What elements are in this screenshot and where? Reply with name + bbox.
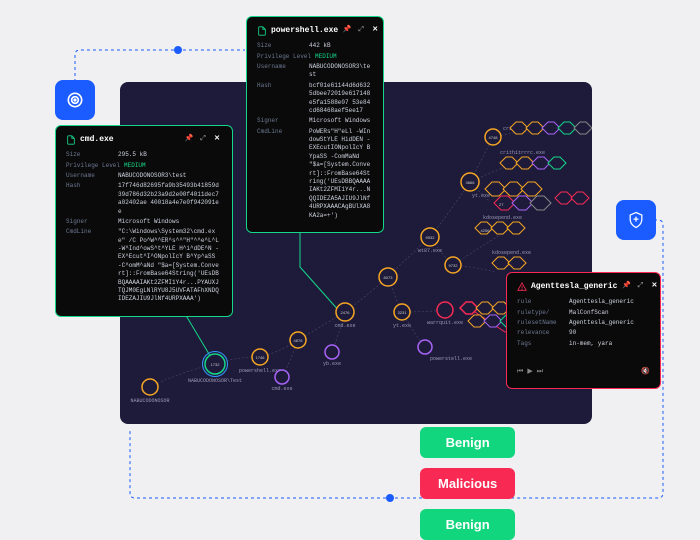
kv-row: CmdLinePoWERs"H"eLl -WIndowStYLE HidDEN … [257,128,373,220]
svg-text:powershell.exe: powershell.exe [239,368,281,374]
svg-text:9932: 9932 [426,235,436,240]
kv-row: Tagsin-mem, yara [517,340,650,348]
expand-icon[interactable]: ⤢ [198,135,208,145]
svg-text:2476: 2476 [341,310,351,315]
verdict-badge-benign: Benign [420,427,515,458]
panel-body: Size442 kB Privilege LevelMEDIUM UsernameN… [257,42,373,220]
panel-cmd[interactable]: cmd.exe 📌 ⤢ ✕ Size295.5 kB Privilege Leve… [55,125,233,317]
audio-controls: ⏮ ▶ ⏭ 🔇 [517,368,650,378]
kv-row: Hashbcf01e61144d6d6325dbee72019e617148e5… [257,82,373,116]
kv-row: relevance90 [517,329,650,337]
kv-row: SignerMicrosoft Windows [66,218,222,226]
file-icon [257,26,267,36]
svg-text:4256: 4256 [481,228,491,233]
kv-row: rulesetNameAgenttesla_generic [517,319,650,327]
kv-row: Size442 kB [257,42,373,50]
svg-text:kdosepend.exe: kdosepend.exe [492,250,531,256]
hex-cluster-1 [510,122,592,134]
target-icon-tile[interactable] [55,80,95,120]
connector-dot [386,494,394,502]
volume-icon[interactable]: 🔇 [641,368,650,378]
svg-text:4748: 4748 [489,135,499,140]
close-icon[interactable]: ✕ [649,282,659,292]
svg-text:kdosepend.exe: kdosepend.exe [483,215,522,221]
kv-row: Hash17f746d82695fa9b35493b41859d39d786d3… [66,182,222,216]
target-icon [65,90,85,110]
play-icon[interactable]: ▶ [527,368,532,378]
panel-powershell[interactable]: powershell.exe 📌 ⤢ ✕ Size442 kB Privilege… [246,16,384,233]
shield-icon-tile[interactable] [616,200,656,240]
panel-body: Size295.5 kB Privilege LevelMEDIUM Usernam… [66,151,222,304]
svg-text:1732: 1732 [211,362,221,367]
svg-text:3231: 3231 [398,310,408,315]
shield-icon [626,210,646,230]
svg-text:8073: 8073 [384,275,394,280]
svg-text:yb.exe: yb.exe [323,361,341,367]
kv-row: Privilege LevelMEDIUM [257,53,373,61]
expand-icon[interactable]: ⤢ [356,26,366,36]
svg-text:1746: 1746 [256,355,266,360]
svg-text:27: 27 [499,202,504,207]
svg-text:NABUCODONOSOR: NABUCODONOSOR [130,398,169,404]
svg-text:cmd.exe: cmd.exe [271,386,292,392]
svg-text:9732: 9732 [449,263,459,268]
close-icon[interactable]: ✕ [370,26,380,36]
verdict-badge-malicious: Malicious [420,468,515,499]
svg-text:crithitrrrc.exe: crithitrrrc.exe [500,150,545,156]
svg-text:cmd.exe: cmd.exe [334,323,355,329]
prev-icon[interactable]: ⏮ [517,368,523,378]
verdict-badges: Benign Malicious Benign [420,427,515,540]
file-icon [66,135,76,145]
pin-icon[interactable]: 📌 [621,282,631,292]
pin-icon[interactable]: 📌 [342,26,352,36]
expand-icon[interactable]: ⤢ [635,282,645,292]
kv-row: ruleAgenttesla_generic [517,298,650,306]
kv-row: Size295.5 kB [66,151,222,159]
panel-body: ruleAgenttesla_generic ruletype/MalConfSc… [517,298,650,348]
svg-text:4876: 4876 [294,338,304,343]
next-icon[interactable]: ⏭ [537,368,543,378]
close-icon[interactable]: ✕ [212,135,222,145]
panel-title: cmd.exe [80,134,180,145]
alert-icon [517,282,527,292]
svg-text:powerstell.exe: powerstell.exe [430,356,472,362]
svg-text:yt.exe: yt.exe [472,193,490,199]
kv-row: CmdLine"C:\Windows\System32\cmd.exe" /C … [66,228,222,304]
svg-text:3866: 3866 [466,180,476,185]
pin-icon[interactable]: 📌 [184,135,194,145]
kv-row: ruletype/MalConfScan [517,309,650,317]
kv-row: SignerMicrosoft Windows [257,117,373,125]
panel-title: Agenttesla_generic [531,281,617,292]
kv-row: UsernameNABUCODONOSOR3\test [257,63,373,80]
kv-row: Privilege LevelMEDIUM [66,162,222,170]
svg-text:warrquit.exe: warrquit.exe [427,320,463,326]
svg-text:wt87.exe: wt87.exe [418,248,442,254]
svg-text:yt.exe: yt.exe [393,323,411,329]
panel-title: powershell.exe [271,25,338,36]
svg-text:NABUCODONOSOR\Test: NABUCODONOSOR\Test [188,378,242,384]
panel-agenttesla[interactable]: Agenttesla_generic 📌 ⤢ ✕ ruleAgenttesla_… [506,272,661,389]
connector-dot [174,46,182,54]
verdict-badge-benign: Benign [420,509,515,540]
kv-row: UsernameNABUCODONOSOR3\test [66,172,222,180]
